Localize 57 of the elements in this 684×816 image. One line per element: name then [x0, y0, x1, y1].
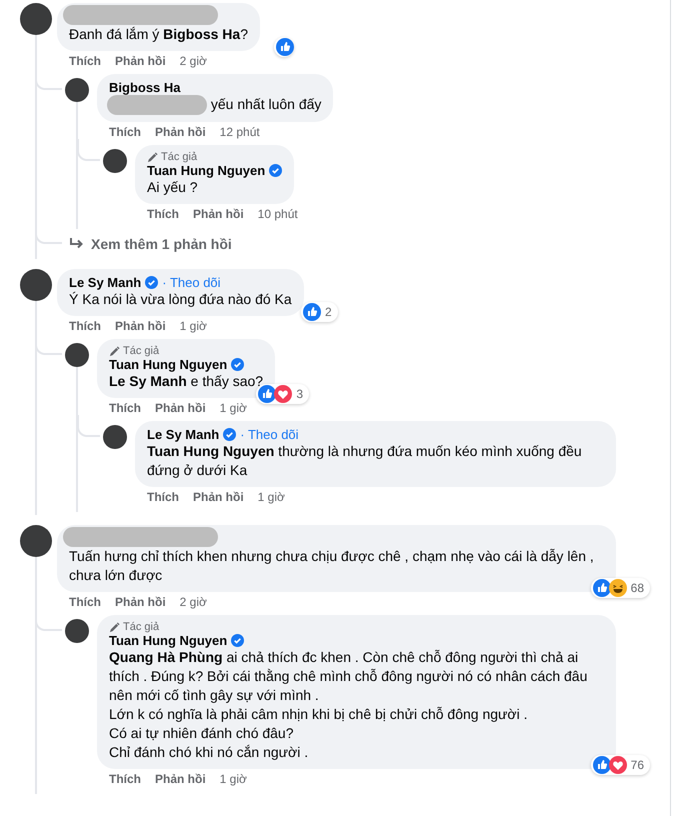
- comment-action-link[interactable]: Phản hồi: [193, 207, 244, 222]
- follow-link[interactable]: · Theo dõi: [240, 427, 299, 442]
- comment-text: Ý Ka nói là vừa lòng đứa nào đó Ka: [69, 291, 292, 308]
- pen-icon: [109, 346, 120, 357]
- comment-action-link[interactable]: Phản hồi: [115, 54, 166, 68]
- comment-action-link[interactable]: Thích: [109, 401, 141, 416]
- comment-time[interactable]: 10 phút: [258, 207, 298, 222]
- pen-icon: [109, 622, 120, 633]
- reaction-summary[interactable]: 3: [256, 384, 310, 404]
- pen-icon: [147, 152, 158, 163]
- avatar[interactable]: [103, 149, 127, 174]
- comment-action-link[interactable]: Phản hồi: [115, 319, 166, 334]
- comment-time[interactable]: 1 giờ: [180, 319, 207, 334]
- comment-action-link[interactable]: Phản hồi: [155, 125, 206, 140]
- comment-action-link[interactable]: Thích: [69, 595, 101, 610]
- author-label: Tác giả: [123, 345, 160, 358]
- avatar[interactable]: [20, 3, 52, 35]
- comment-text: Quang Hà Phùng ai chả thích đc khen . Còn chê chỗ đông người thì chả ai thích . Đúng k? Bởi cái thằng chê mình chỗ đông người nó có nhân cách đâu nên mới cố tình gây sự với mình . Lớn k có nghĩa là phải câm nhịn khi bị chê bị chửi chỗ đông người . Có ai tự nhiên đánh chó đâu? Chỉ đánh chó khi nó cắn người .: [109, 649, 588, 760]
- author-label: Tác giả: [123, 621, 160, 634]
- author-name[interactable]: Tuan Hung Nguyen: [109, 633, 228, 648]
- author-name[interactable]: Bigboss Ha: [109, 80, 181, 95]
- comment-time[interactable]: 1 giờ: [220, 401, 247, 416]
- reaction-summary[interactable]: 76: [590, 755, 650, 776]
- comment-action-link[interactable]: Thích: [69, 319, 101, 334]
- author-name[interactable]: Tuan Hung Nguyen: [147, 163, 266, 178]
- author-name[interactable]: Tuan Hung Nguyen: [109, 357, 228, 372]
- comment-time[interactable]: 2 giờ: [180, 595, 207, 610]
- reaction-summary[interactable]: 2: [301, 302, 338, 322]
- comment-action-link[interactable]: Thích: [69, 54, 101, 68]
- author-name[interactable]: Le Sy Manh: [147, 427, 220, 442]
- comment-action-link[interactable]: Thích: [109, 125, 141, 140]
- comment-action-link[interactable]: Thích: [147, 207, 179, 222]
- avatar[interactable]: [20, 525, 52, 558]
- avatar[interactable]: [65, 343, 89, 368]
- comment-action-link[interactable]: Thích: [109, 772, 141, 786]
- comment-time[interactable]: 2 giờ: [180, 54, 207, 68]
- comment-action-link[interactable]: Phản hồi: [115, 595, 166, 610]
- comment-text: Đanh đá lắm ý Bigboss Ha?: [69, 26, 248, 42]
- comment-action-link[interactable]: Thích: [147, 490, 179, 504]
- avatar[interactable]: [103, 425, 127, 450]
- reaction-summary[interactable]: 68: [590, 578, 650, 598]
- comment-text: Ai yếu ?: [147, 179, 198, 196]
- comment-action-link[interactable]: Phản hồi: [193, 490, 244, 504]
- comment-text: Tuan Hung Nguyen thường là nhưng đứa muốn kéo mình xuống đều đứng ở dưới Ka: [147, 443, 582, 478]
- author-label: Tác giả: [161, 151, 198, 164]
- comment-time[interactable]: 12 phút: [220, 125, 260, 140]
- comment-time[interactable]: 1 giờ: [258, 490, 285, 504]
- view-more-replies-link[interactable]: Xem thêm 1 phản hồi: [91, 236, 232, 252]
- follow-link[interactable]: · Theo dõi: [162, 275, 221, 290]
- comment-time[interactable]: 1 giờ: [220, 772, 247, 786]
- avatar[interactable]: [65, 78, 89, 102]
- avatar[interactable]: [65, 619, 89, 644]
- comment-action-link[interactable]: Phản hồi: [155, 401, 206, 416]
- comment-action-link[interactable]: Phản hồi: [155, 772, 206, 786]
- avatar[interactable]: [20, 269, 52, 302]
- comment-text: yếu nhất luôn đấy: [210, 96, 322, 112]
- author-name[interactable]: Le Sy Manh: [69, 275, 142, 290]
